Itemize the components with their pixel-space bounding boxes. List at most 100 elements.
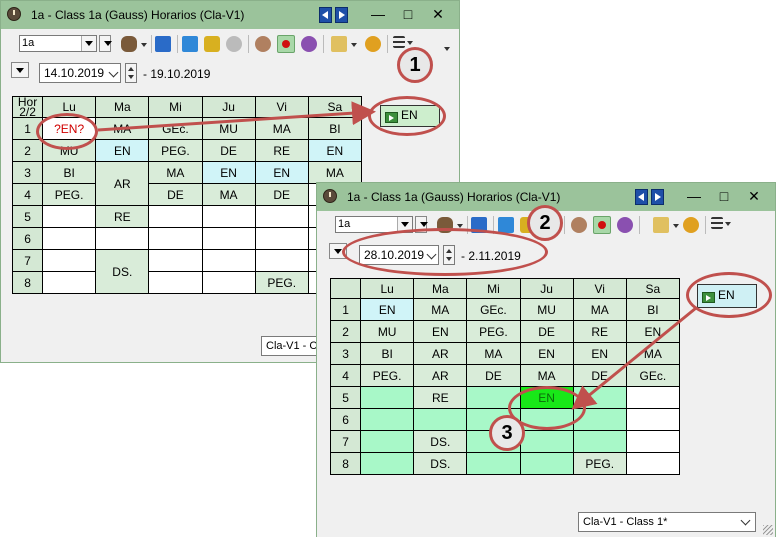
lesson-cell[interactable] (572, 430, 627, 453)
minimize-button[interactable]: — (683, 187, 705, 205)
teachers-icon[interactable] (121, 36, 137, 52)
lesson-cell[interactable]: AR (413, 364, 468, 387)
lesson-cell[interactable] (413, 408, 468, 431)
lesson-cell[interactable]: MA (148, 161, 203, 184)
menu-icon[interactable] (393, 36, 405, 48)
lesson-cell[interactable] (625, 408, 681, 431)
lesson-cell[interactable]: MA (519, 364, 574, 387)
lesson-cell[interactable]: DS. (95, 249, 150, 294)
lesson-cell[interactable]: EN (95, 139, 150, 162)
lesson-cell[interactable]: MA (201, 183, 256, 206)
import-icon[interactable] (182, 36, 198, 52)
lesson-cell[interactable]: MA (307, 161, 363, 184)
lesson-cell[interactable]: EN (307, 139, 363, 162)
maximize-button[interactable]: □ (397, 5, 419, 23)
previous-window-button[interactable] (635, 189, 648, 205)
class-spin-button[interactable] (99, 35, 112, 52)
pin-icon[interactable] (277, 35, 295, 53)
status-combo[interactable]: Cla-V1 - Class 1* (578, 512, 756, 532)
people-icon[interactable] (617, 217, 633, 233)
lesson-cell[interactable] (360, 408, 415, 431)
status-combo[interactable]: Cla-V1 - Cl (261, 336, 321, 356)
lesson-cell[interactable] (254, 227, 309, 250)
close-button[interactable]: ✕ (427, 5, 449, 23)
lesson-cell[interactable]: PEG. (254, 271, 309, 294)
lesson-cell[interactable] (42, 249, 97, 272)
lesson-cell[interactable]: DE (201, 139, 256, 162)
lesson-cell[interactable]: MA (572, 298, 627, 321)
toolbar-overflow-icon[interactable] (444, 47, 450, 51)
lesson-cell[interactable] (625, 386, 681, 409)
gear-icon[interactable] (683, 217, 699, 233)
lesson-cell[interactable]: RE (572, 320, 627, 343)
lesson-cell[interactable]: MU (519, 298, 574, 321)
lesson-cell[interactable] (360, 452, 415, 475)
gear-icon[interactable] (365, 36, 381, 52)
lesson-cell[interactable] (201, 205, 256, 228)
lesson-cell[interactable]: BI (360, 342, 415, 365)
lesson-cell[interactable] (95, 227, 150, 250)
lesson-cell[interactable]: EN (201, 161, 256, 184)
lesson-cell[interactable]: BI (307, 117, 363, 140)
options-dropdown-button[interactable] (11, 62, 29, 78)
lesson-cell[interactable] (148, 227, 203, 250)
close-button[interactable]: ✕ (743, 187, 765, 205)
settings-page-icon[interactable] (331, 36, 347, 52)
lesson-cell[interactable] (201, 227, 256, 250)
lesson-cell[interactable]: PEG. (466, 320, 521, 343)
lesson-cell[interactable] (466, 452, 521, 475)
grid-view-icon[interactable] (155, 36, 171, 52)
lesson-cell[interactable]: GEc. (625, 364, 681, 387)
lesson-cell[interactable] (519, 430, 574, 453)
lesson-cell[interactable]: MA (95, 117, 150, 140)
lesson-cell[interactable]: DS. (413, 430, 468, 453)
lesson-cell[interactable]: BI (625, 298, 681, 321)
maximize-button[interactable]: □ (713, 187, 735, 205)
lesson-cell[interactable]: PEG. (148, 139, 203, 162)
lesson-cell[interactable]: MA (413, 298, 468, 321)
lesson-cell[interactable] (201, 271, 256, 294)
previous-window-button[interactable] (319, 7, 332, 23)
lesson-cell[interactable] (625, 430, 681, 453)
lesson-cell[interactable] (148, 271, 203, 294)
class-selector[interactable]: 1a (19, 35, 97, 52)
lesson-cell[interactable] (42, 271, 97, 294)
lesson-cell[interactable]: MA (254, 117, 309, 140)
lesson-cell[interactable]: RE (254, 139, 309, 162)
lesson-cell[interactable]: PEG. (572, 452, 627, 475)
lesson-cell[interactable]: GEc. (148, 117, 203, 140)
lesson-cell[interactable]: PEG. (360, 364, 415, 387)
lesson-cell[interactable]: EN (360, 298, 415, 321)
lesson-cell[interactable]: EN (519, 342, 574, 365)
people-icon[interactable] (301, 36, 317, 52)
lesson-cell[interactable]: RE (413, 386, 468, 409)
lesson-cell[interactable]: EN (572, 342, 627, 365)
lesson-cell[interactable] (148, 249, 203, 272)
pin-icon[interactable] (593, 216, 611, 234)
lesson-cell[interactable]: DE (572, 364, 627, 387)
lesson-cell[interactable]: AR (413, 342, 468, 365)
date-spinner[interactable] (125, 63, 137, 83)
palette-icon[interactable] (571, 217, 587, 233)
lesson-cell[interactable] (360, 430, 415, 453)
lesson-cell[interactable]: DS. (413, 452, 468, 475)
lesson-cell[interactable] (201, 249, 256, 272)
lesson-cell[interactable]: DE (148, 183, 203, 206)
lesson-cell[interactable]: DE (254, 183, 309, 206)
date-from-field[interactable]: 14.10.2019 (39, 63, 121, 83)
lesson-cell[interactable]: DE (466, 364, 521, 387)
lesson-cell[interactable] (42, 227, 97, 250)
menu-icon[interactable] (711, 217, 723, 229)
lesson-cell[interactable]: GEc. (466, 298, 521, 321)
next-window-button[interactable] (651, 189, 664, 205)
minimize-button[interactable]: — (367, 5, 389, 23)
palette-icon[interactable] (255, 36, 271, 52)
resize-grip[interactable] (763, 525, 773, 535)
lesson-cell[interactable] (360, 386, 415, 409)
lesson-cell[interactable] (42, 205, 97, 228)
lesson-cell[interactable]: MA (625, 342, 681, 365)
lesson-cell[interactable]: MU (360, 320, 415, 343)
lesson-cell[interactable] (625, 452, 681, 475)
lesson-cell[interactable]: MA (466, 342, 521, 365)
lesson-cell[interactable]: EN (625, 320, 681, 343)
